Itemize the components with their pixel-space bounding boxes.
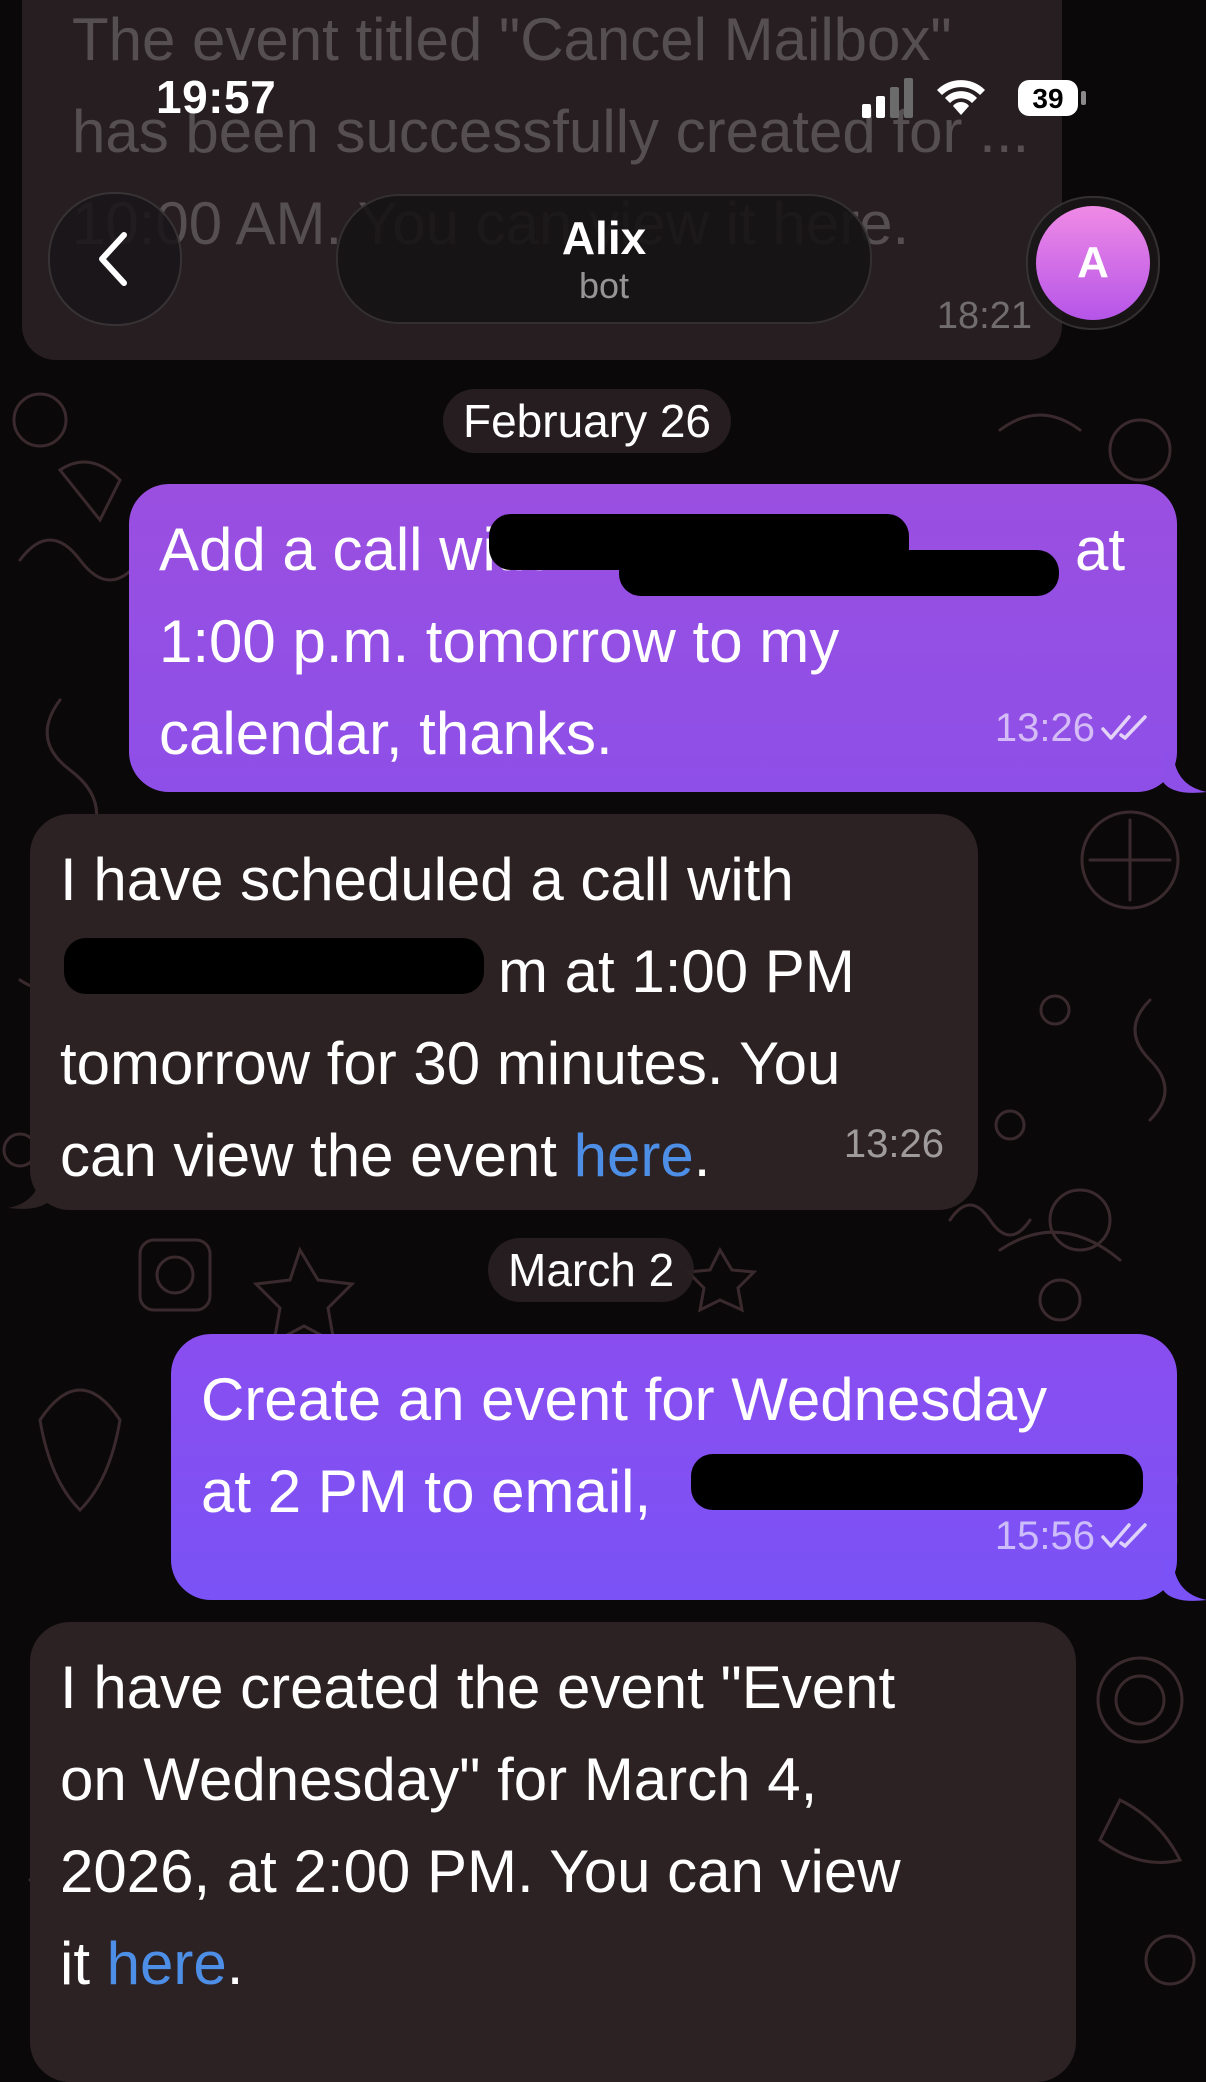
cellular-signal-icon: [862, 78, 913, 118]
redaction-mark: [64, 938, 484, 994]
message-line: at: [1075, 516, 1126, 583]
wifi-icon: [937, 80, 985, 115]
date-separator: March 2: [488, 1238, 695, 1302]
date-separator: February 26: [443, 389, 732, 453]
message-time: 13:26: [843, 1122, 944, 1166]
previous-message-time: 18:21: [936, 295, 1032, 337]
bubble-tail: [1163, 752, 1206, 793]
chat-title-button[interactable]: Alix bot: [336, 194, 872, 324]
profile-avatar-button[interactable]: A: [1026, 196, 1160, 330]
message-meta: 13:26: [844, 1098, 944, 1190]
chat-name: Alix: [561, 212, 647, 264]
message-line: I have scheduled a call with: [60, 846, 794, 913]
incoming-message[interactable]: I have created the event "Event on Wedne…: [30, 1622, 1076, 2082]
event-link[interactable]: here: [107, 1930, 227, 1997]
message-meta: 13:26: [995, 682, 1155, 774]
status-time: 19:57: [156, 71, 277, 123]
incoming-message[interactable]: I have scheduled a call with m at 1:00 P…: [30, 814, 978, 1210]
redaction-mark: [619, 550, 1059, 596]
outgoing-message[interactable]: Add a call with at 1:00 p.m. tomorrow to…: [129, 484, 1177, 792]
bubble-tail: [8, 1168, 52, 1209]
message-line: Create an event for Wednesday: [201, 1366, 1048, 1433]
double-check-icon: [1101, 1523, 1147, 1548]
message-line: I have created the event "Event: [60, 1654, 896, 1721]
message-line: 2026, at 2:00 PM. You can view: [60, 1838, 901, 1905]
status-icons: 39: [862, 78, 1086, 118]
message-time: 13:26: [994, 706, 1095, 750]
bubble-tail: [1163, 1560, 1206, 1601]
message-time: 15:56: [994, 1514, 1095, 1558]
message-meta: 15:56: [995, 1490, 1155, 1582]
chat-subtitle: bot: [578, 265, 630, 306]
double-check-icon: [1101, 715, 1147, 740]
event-link[interactable]: here: [574, 1122, 694, 1189]
avatar: A: [1036, 206, 1150, 320]
message-line: on Wednesday" for March 4,: [60, 1746, 818, 1813]
message-line: 1:00 p.m. tomorrow to my: [159, 608, 840, 675]
message-line: it here.: [60, 1930, 244, 1997]
message-line: can view the event here.: [60, 1122, 711, 1189]
message-line: tomorrow for 30 minutes. You: [60, 1030, 841, 1097]
back-button[interactable]: [48, 192, 182, 326]
battery-percent: 39: [1032, 83, 1063, 114]
chevron-left-icon: [99, 232, 127, 286]
outgoing-message[interactable]: Create an event for Wednesday at 2 PM to…: [171, 1334, 1177, 1600]
